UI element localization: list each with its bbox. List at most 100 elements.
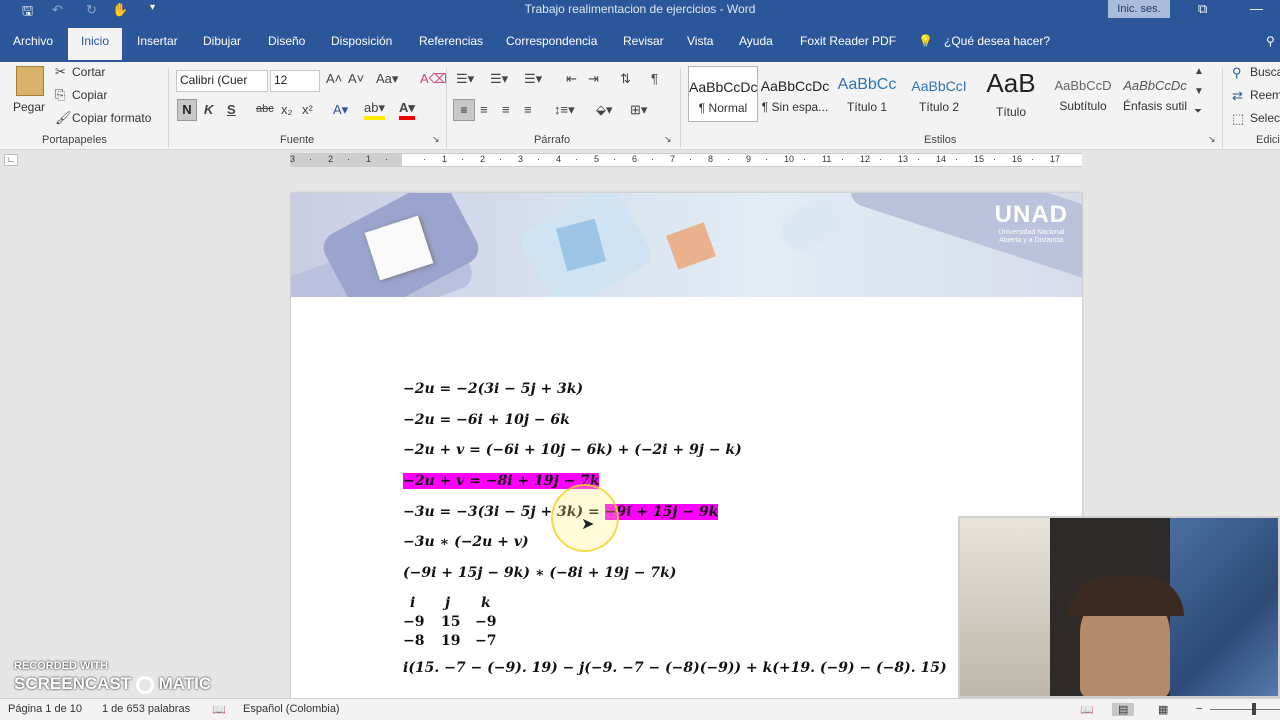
font-size-select[interactable]: 12: [270, 70, 320, 92]
align-left-button[interactable]: ≡: [453, 99, 475, 121]
strikethrough-button[interactable]: abc: [256, 103, 274, 115]
paste-button[interactable]: Pegar: [13, 100, 45, 114]
shrink-font-icon[interactable]: A˅: [348, 71, 364, 86]
shading-icon[interactable]: ⬙▾: [596, 102, 613, 118]
replace-button[interactable]: Reem: [1250, 88, 1280, 102]
equation-line[interactable]: i(15. −7 − (−9). 19) − j(−9. −7 − (−8)(−…: [403, 660, 947, 676]
font-name-select[interactable]: Calibri (Cuer: [176, 70, 268, 92]
zoom-out-icon[interactable]: −: [1196, 703, 1202, 715]
style-no-spacing[interactable]: AaBbCcDc ¶ Sin espa...: [760, 66, 830, 122]
grow-font-icon[interactable]: A˄: [326, 71, 342, 86]
tab-dibujar[interactable]: Dibujar: [203, 34, 241, 48]
tab-selector[interactable]: ∟: [4, 154, 18, 166]
equation-line[interactable]: −2u = −2(3i − 5j + 3k): [403, 381, 583, 397]
person-hair: [1068, 576, 1184, 616]
sign-in-button[interactable]: Inic. ses.: [1108, 0, 1170, 18]
matrix-cell: i: [410, 595, 416, 611]
text-effects-icon[interactable]: A▾: [333, 102, 348, 118]
tab-archivo[interactable]: Archivo: [13, 34, 53, 48]
font-color-icon[interactable]: A▾: [399, 100, 415, 120]
italic-button[interactable]: K: [204, 102, 213, 117]
ruler-mark: ·: [803, 154, 806, 164]
share-icon[interactable]: ⚲: [1266, 34, 1275, 48]
tab-disposicion[interactable]: Disposición: [331, 34, 392, 48]
equation-line[interactable]: −3u ∗ (−2u + v): [403, 534, 529, 550]
equation-line[interactable]: (−9i + 15j − 9k) ∗ (−8i + 19j − 7k): [403, 565, 676, 581]
subscript-icon[interactable]: x₂: [281, 102, 293, 117]
borders-icon[interactable]: ⊞▾: [630, 102, 647, 118]
styles-scroll-down-icon[interactable]: ▼: [1194, 86, 1204, 97]
style-heading-1[interactable]: AaBbCc Título 1: [832, 66, 902, 122]
style-title[interactable]: AaB Título: [976, 66, 1046, 122]
tab-referencias[interactable]: Referencias: [419, 34, 483, 48]
zoom-slider-thumb[interactable]: [1252, 703, 1256, 715]
page-count[interactable]: Página 1 de 10: [8, 703, 82, 715]
align-right-icon[interactable]: ≡: [502, 102, 510, 117]
tab-revisar[interactable]: Revisar: [623, 34, 664, 48]
tab-vista[interactable]: Vista: [687, 34, 713, 48]
show-marks-icon[interactable]: ¶: [651, 71, 658, 86]
ruler-mark: 15: [974, 154, 985, 164]
superscript-icon[interactable]: x²: [302, 102, 313, 117]
style-normal[interactable]: AaBbCcDc ¶ Normal: [688, 66, 758, 122]
replace-icon: ⇄: [1232, 88, 1243, 103]
word-count[interactable]: 1 de 653 palabras: [102, 703, 190, 715]
increase-indent-icon[interactable]: ⇥: [588, 71, 599, 87]
tab-foxit[interactable]: Foxit Reader PDF: [800, 34, 896, 48]
format-painter-button[interactable]: Copiar formato: [72, 111, 151, 125]
decrease-indent-icon[interactable]: ⇤: [566, 71, 577, 87]
find-button[interactable]: Busca: [1250, 65, 1280, 79]
styles-scroll-up-icon[interactable]: ▲: [1194, 66, 1204, 77]
paragraph-dialog-launcher-icon[interactable]: ↘: [664, 134, 672, 145]
style-subtle-emphasis[interactable]: AaBbCcDc Énfasis sutil: [1120, 66, 1190, 122]
print-layout-icon[interactable]: ▤: [1112, 703, 1135, 716]
horizontal-ruler[interactable]: 3 · 2 · 1 · · 1 · 2 · 3 · 4 · 5 · 6 · 7 · 8 · 9 · 10 · 11 · 12 · 13 · 14 ·…: [290, 153, 1082, 167]
zoom-slider[interactable]: [1210, 709, 1280, 710]
align-center-icon[interactable]: ≡: [480, 102, 488, 117]
equation-line[interactable]: −2u = −6i + 10j − 6k: [403, 412, 570, 428]
justify-icon[interactable]: ≡: [524, 102, 532, 117]
web-layout-icon[interactable]: ▦: [1158, 703, 1168, 716]
cut-button[interactable]: Cortar: [72, 65, 105, 79]
line-spacing-icon[interactable]: ↕≡▾: [554, 102, 575, 118]
styles-more-icon[interactable]: ⏷: [1194, 106, 1202, 117]
restore-ribbon-icon[interactable]: ⧉: [1198, 1, 1207, 17]
multilevel-list-icon[interactable]: ☰▾: [524, 71, 542, 87]
change-case-icon[interactable]: Aa▾: [376, 71, 398, 87]
clear-format-icon[interactable]: A⌫: [420, 71, 447, 87]
copy-button[interactable]: Copiar: [72, 88, 107, 102]
underline-button[interactable]: S: [227, 102, 236, 117]
style-heading-2[interactable]: AaBbCcI Título 2: [904, 66, 974, 122]
tell-me-search[interactable]: ¿Qué desea hacer?: [944, 34, 1050, 48]
ruler-mark: 11: [822, 154, 832, 164]
paste-icon[interactable]: [16, 66, 44, 96]
tab-inicio[interactable]: Inicio: [68, 28, 123, 60]
read-mode-icon[interactable]: 📖: [1080, 703, 1094, 716]
language[interactable]: Español (Colombia): [243, 703, 340, 715]
group-label-font: Fuente: [280, 134, 315, 146]
tab-insertar[interactable]: Insertar: [137, 34, 178, 48]
box-icon: [666, 222, 716, 270]
logo-subtitle: Universidad Nacional: [998, 229, 1065, 236]
styles-dialog-launcher-icon[interactable]: ↘: [1208, 134, 1216, 145]
tab-ayuda[interactable]: Ayuda: [739, 34, 773, 48]
bold-button[interactable]: N: [177, 99, 197, 121]
style-preview: AaBbCcDc: [1123, 78, 1187, 93]
screencast-watermark: RECORDED WITH SCREENCAST MATIC: [14, 660, 211, 694]
numbering-icon[interactable]: ☰▾: [490, 71, 508, 87]
ruler-mark: 2: [328, 154, 334, 164]
style-preview: AaBbCcD: [1054, 78, 1112, 93]
select-button[interactable]: Selec: [1250, 111, 1280, 125]
tab-diseno[interactable]: Diseño: [268, 34, 305, 48]
ruler-mark: ·: [727, 154, 730, 164]
highlight-color-icon[interactable]: ab▾: [364, 100, 385, 120]
bullets-icon[interactable]: ☰▾: [456, 71, 474, 87]
sort-icon[interactable]: ⇅: [620, 71, 631, 87]
font-dialog-launcher-icon[interactable]: ↘: [432, 134, 440, 145]
equation-line[interactable]: −2u + v = (−6i + 10j − 6k) + (−2i + 9j −…: [403, 442, 742, 458]
style-subtitle[interactable]: AaBbCcD Subtítulo: [1048, 66, 1118, 122]
minimize-icon[interactable]: —: [1250, 1, 1263, 16]
ruler-mark: ·: [841, 154, 844, 164]
proofing-icon[interactable]: 📖: [212, 703, 226, 716]
tab-correspondencia[interactable]: Correspondencia: [506, 34, 597, 48]
